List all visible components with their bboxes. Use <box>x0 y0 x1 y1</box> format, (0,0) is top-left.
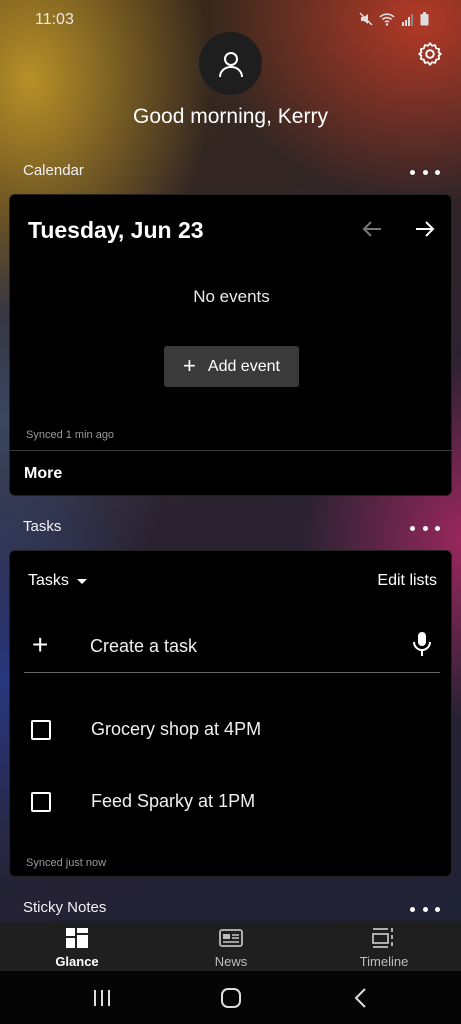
mute-icon <box>359 12 373 26</box>
plus-icon: + <box>183 352 196 378</box>
calendar-section-title: Calendar <box>23 162 84 179</box>
calendar-more-link[interactable]: More <box>24 465 62 483</box>
edit-lists-button[interactable]: Edit lists <box>377 572 437 590</box>
greeting: Good morning, Kerry <box>133 105 328 128</box>
create-task-input[interactable] <box>90 633 390 659</box>
divider <box>10 450 453 451</box>
task-checkbox[interactable] <box>31 720 51 740</box>
glance-grid-icon <box>66 928 88 948</box>
calendar-date: Tuesday, Jun 23 <box>28 217 204 243</box>
person-icon <box>218 51 243 77</box>
timeline-icon <box>372 928 393 948</box>
back-icon[interactable] <box>346 985 376 1011</box>
caret-down-icon <box>76 578 87 584</box>
nav-timeline[interactable]: Timeline <box>307 921 461 971</box>
microphone-icon[interactable] <box>412 631 432 657</box>
nav-glance[interactable]: Glance <box>0 921 154 971</box>
calendar-more-options-icon[interactable] <box>410 165 440 179</box>
task-item: Grocery shop at 4PM <box>24 711 440 751</box>
battery-icon <box>420 12 429 26</box>
no-events-text: No events <box>193 287 270 306</box>
sticky-notes-section-title: Sticky Notes <box>23 899 107 916</box>
wifi-icon <box>379 13 395 26</box>
tasks-card: Tasks Edit lists + Grocery shop at 4PM F… <box>9 550 452 877</box>
tasks-synced-text: Synced just now <box>26 857 107 869</box>
recent-apps-icon[interactable] <box>87 985 117 1011</box>
add-event-button[interactable]: + Add event <box>164 346 299 387</box>
calendar-card: Tuesday, Jun 23 No events + Add event Sy… <box>9 194 453 496</box>
task-title[interactable]: Grocery shop at 4PM <box>91 719 261 740</box>
plus-icon[interactable]: + <box>32 631 48 659</box>
signal-icon <box>402 13 413 26</box>
status-icons <box>359 12 429 26</box>
bottom-navigation: Glance News Timeline <box>0 921 461 971</box>
avatar[interactable] <box>199 32 262 95</box>
task-list-dropdown[interactable]: Tasks <box>28 572 87 590</box>
task-item: Feed Sparky at 1PM <box>24 783 440 823</box>
nav-timeline-label: Timeline <box>359 954 409 969</box>
create-task-row: + <box>24 623 440 673</box>
task-title[interactable]: Feed Sparky at 1PM <box>91 791 255 812</box>
home-icon[interactable] <box>216 985 246 1011</box>
gear-icon[interactable] <box>417 41 443 67</box>
add-event-label: Add event <box>207 357 280 375</box>
nav-glance-label: Glance <box>55 954 99 969</box>
arrow-right-icon[interactable] <box>413 217 437 241</box>
calendar-synced-text: Synced 1 min ago <box>26 429 115 441</box>
system-navigation-bar <box>0 971 461 1024</box>
task-list-label: Tasks <box>28 572 69 589</box>
task-checkbox[interactable] <box>31 792 51 812</box>
nav-news[interactable]: News <box>154 921 308 971</box>
arrow-left-icon[interactable] <box>360 217 384 241</box>
tasks-section-title: Tasks <box>23 518 62 535</box>
nav-news-label: News <box>214 954 248 969</box>
tasks-more-options-icon[interactable] <box>410 521 440 535</box>
status-time: 11:03 <box>35 11 74 28</box>
sticky-notes-more-options-icon[interactable] <box>410 902 440 916</box>
newspaper-icon <box>219 929 243 947</box>
